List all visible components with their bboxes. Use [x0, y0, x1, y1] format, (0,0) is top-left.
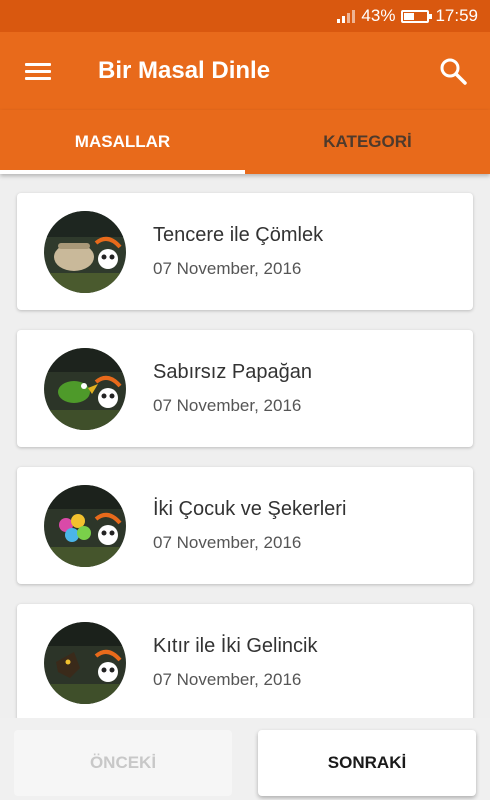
pagination-bar: ÖNCEKİ SONRAKİ: [0, 718, 490, 800]
story-title: Sabırsız Papağan: [153, 361, 312, 383]
story-date: 07 November, 2016: [153, 533, 302, 552]
previous-button[interactable]: ÖNCEKİ: [14, 730, 232, 796]
menu-icon[interactable]: [0, 32, 76, 110]
story-card[interactable]: Sabırsız Papağan 07 November, 2016: [17, 330, 473, 447]
story-date: 07 November, 2016: [153, 259, 302, 278]
next-button[interactable]: SONRAKİ: [258, 730, 476, 796]
clock: 17:59: [435, 6, 478, 25]
tab-bar: MASALLAR KATEGORİ: [0, 110, 490, 174]
story-title: İki Çocuk ve Şekerleri: [153, 498, 347, 520]
story-card[interactable]: Tencere ile Çömlek 07 November, 2016: [17, 193, 473, 310]
story-thumbnail: [44, 347, 126, 430]
search-icon[interactable]: [438, 56, 468, 86]
story-thumbnail: [44, 621, 126, 704]
app-bar: Bir Masal Dinle: [0, 32, 490, 110]
story-title: Tencere ile Çömlek: [153, 224, 324, 246]
app-title: Bir Masal Dinle: [98, 57, 271, 84]
story-date: 07 November, 2016: [153, 396, 302, 415]
story-card[interactable]: İki Çocuk ve Şekerleri 07 November, 2016: [17, 467, 473, 584]
status-bar: 43% 17:59: [0, 0, 490, 32]
tab-masallar[interactable]: MASALLAR: [0, 110, 245, 174]
tab-kategori[interactable]: KATEGORİ: [245, 110, 490, 174]
signal-icon: [337, 9, 356, 23]
battery-icon: [401, 9, 433, 23]
battery-percent: 43%: [361, 6, 396, 25]
story-thumbnail: [44, 210, 126, 293]
story-date: 07 November, 2016: [153, 670, 302, 689]
story-thumbnail: [44, 484, 126, 567]
story-card[interactable]: Kıtır ile İki Gelincik 07 November, 2016: [17, 604, 473, 718]
story-title: Kıtır ile İki Gelincik: [153, 635, 318, 657]
story-list: Tencere ile Çömlek 07 November, 2016 Sab…: [0, 178, 490, 718]
